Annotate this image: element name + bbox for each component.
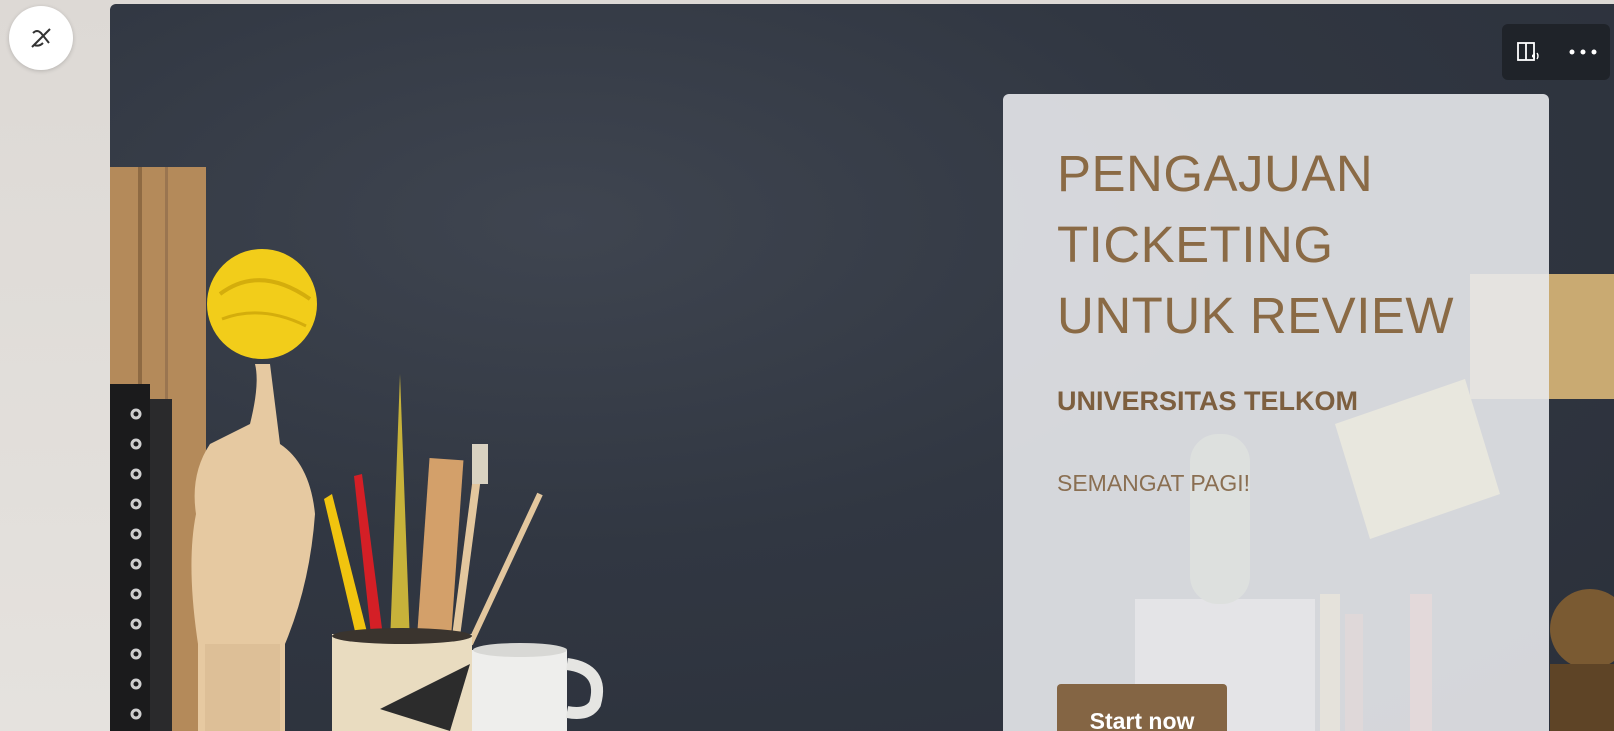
- form-subtitle: UNIVERSITAS TELKOM: [1057, 386, 1359, 416]
- immersive-reader-icon: [1517, 42, 1539, 61]
- form-title-line: TICKETING: [1057, 216, 1334, 273]
- more-options-icon: [1569, 49, 1597, 55]
- immersive-reader-button[interactable]: [1507, 30, 1551, 74]
- form-title-line: UNTUK REVIEW: [1057, 287, 1455, 344]
- start-now-button[interactable]: Start now: [1057, 684, 1227, 731]
- hero-toolbar: [1502, 24, 1610, 80]
- more-options-button[interactable]: [1561, 30, 1605, 74]
- immersive-toggle-button[interactable]: [9, 6, 73, 70]
- form-title: PENGAJUAN TICKETING UNTUK REVIEW: [1057, 138, 1527, 351]
- hero-banner: PENGAJUAN TICKETING UNTUK REVIEW UNIVERS…: [110, 4, 1614, 731]
- form-title-line: PENGAJUAN: [1057, 145, 1374, 202]
- form-intro-card: PENGAJUAN TICKETING UNTUK REVIEW UNIVERS…: [1003, 94, 1549, 731]
- form-greeting: SEMANGAT PAGI!: [1057, 470, 1250, 496]
- immersive-reader-off-icon: [31, 28, 51, 48]
